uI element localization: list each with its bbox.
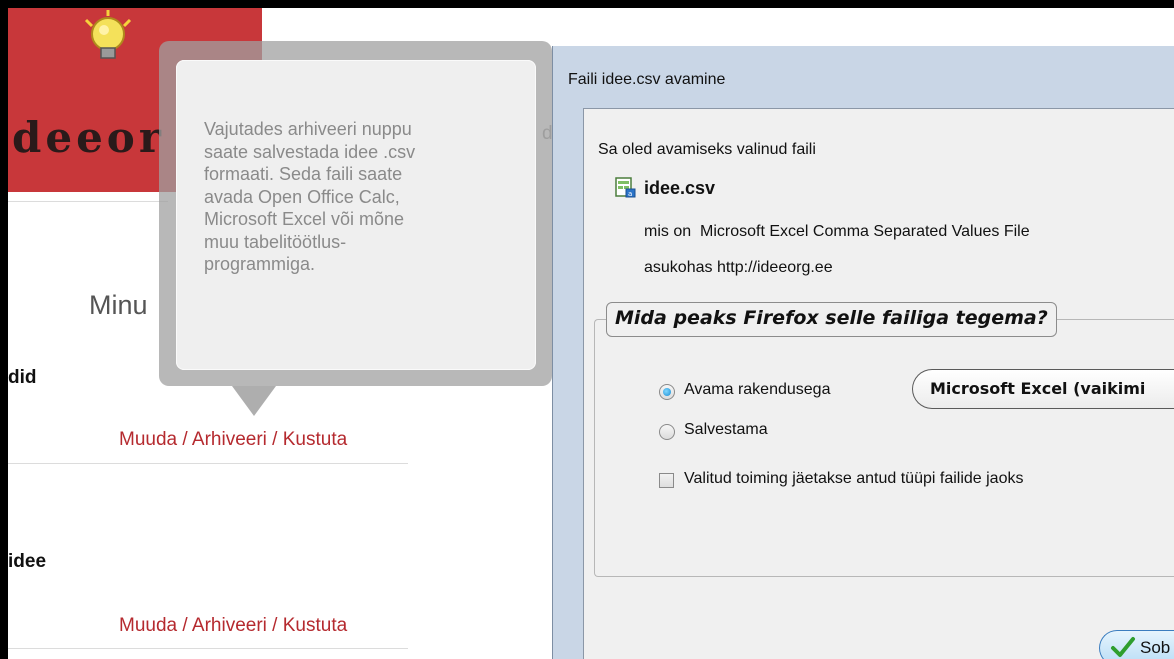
separator: / (266, 615, 283, 636)
page-heading: Minu (89, 290, 148, 320)
save-radio[interactable] (659, 424, 675, 440)
delete-link[interactable]: Kustuta (283, 615, 347, 636)
edit-link[interactable]: Muuda (119, 429, 177, 450)
separator: / (177, 429, 192, 450)
file-type-label: mis on (644, 223, 692, 240)
divider (8, 201, 168, 202)
dialog-intro: Sa oled avamiseks valinud faili (598, 141, 816, 158)
section-title: idee (8, 551, 47, 572)
lightbulb-icon (84, 10, 132, 59)
edit-link[interactable]: Muuda (119, 615, 177, 636)
svg-text:a: a (628, 190, 632, 198)
divider (8, 648, 408, 649)
action-groupbox (594, 319, 1174, 577)
groupbox-legend: Mida peaks Firefox selle failiga tegema? (606, 302, 1057, 337)
tooltip-text: Vajutades arhiveeri nuppu saate salvesta… (204, 118, 504, 276)
remember-label[interactable]: Valitud toiming jäetakse antud tüüpi fai… (684, 470, 1023, 488)
open-with-radio[interactable] (659, 384, 675, 400)
section-title: did (8, 367, 37, 388)
file-location-value: http://ideeorg.ee (716, 259, 833, 276)
tooltip-line: programmiga. (204, 254, 316, 274)
application-select-value: Microsoft Excel (vaikimi (930, 379, 1146, 398)
file-type-row: mis on Microsoft Excel Comma Separated V… (644, 223, 1030, 241)
row-actions: Muuda / Arhiveeri / Kustuta (119, 615, 347, 637)
tooltip-line: formaati. Seda faili saate (204, 164, 403, 184)
tooltip-line: avada Open Office Calc, (204, 186, 400, 207)
tooltip-line: Vajutades arhiveeri nuppu (204, 119, 412, 139)
tooltip-line: saate salvestada idee .csv (204, 141, 416, 162)
logo-text: deeor (12, 113, 165, 162)
excel-file-icon: a (615, 177, 636, 198)
tooltip-line: muu tabelitöötlus- (204, 231, 347, 252)
screen: deeor d Minu did Muuda / Arhiveeri / Kus… (8, 8, 1174, 659)
archive-link[interactable]: Arhiveeri (192, 615, 267, 636)
tooltip-arrow (232, 386, 276, 416)
dialog-title: Faili idee.csv avamine (568, 71, 726, 88)
tooltip-line: Microsoft Excel või mõne (204, 209, 405, 229)
remember-checkbox[interactable] (659, 473, 674, 488)
save-label[interactable]: Salvestama (684, 421, 768, 439)
file-location-row: asukohas http://ideeorg.ee (644, 259, 833, 277)
row-actions: Muuda / Arhiveeri / Kustuta (119, 429, 347, 451)
delete-link[interactable]: Kustuta (283, 429, 347, 450)
file-name: idee.csv (644, 178, 716, 198)
file-type-value: Microsoft Excel Comma Separated Values F… (700, 223, 1030, 240)
separator: / (266, 429, 283, 450)
divider (8, 463, 408, 464)
file-location-label: asukohas (644, 259, 713, 276)
ok-button-label: Sob (1140, 638, 1171, 657)
green-checkmark-icon (1111, 637, 1135, 657)
open-with-label[interactable]: Avama rakendusega (684, 381, 830, 399)
archive-link[interactable]: Arhiveeri (192, 429, 267, 450)
separator: / (177, 615, 192, 636)
